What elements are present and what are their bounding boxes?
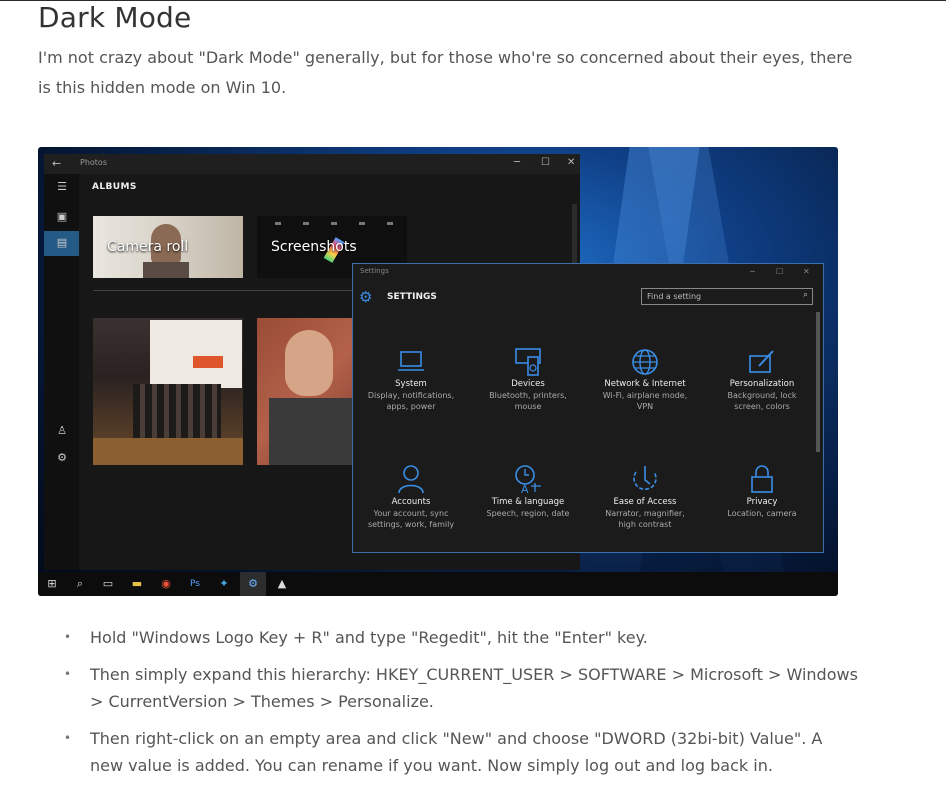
albums-icon[interactable]: ▤ [53,236,71,252]
intro-paragraph: I'm not crazy about "Dark Mode" generall… [38,48,853,97]
category-accounts[interactable]: Accounts Your account, sync settings, wo… [355,464,467,530]
category-system[interactable]: System Display, notifications, apps, pow… [355,348,467,412]
gear-icon[interactable]: ⚙ [53,451,71,467]
photo-tile-conference[interactable] [93,318,243,465]
chrome-icon[interactable]: ◉ [158,576,174,592]
bullet-icon: • [64,667,72,681]
instruction-list: • Hold "Windows Logo Key + R" and type "R… [38,624,858,789]
settings-taskbar-icon[interactable]: ⚙ [245,576,261,592]
back-arrow-icon[interactable]: ← [52,157,61,170]
category-desc: settings, work, family [367,520,455,529]
list-item: • Then simply expand this hierarchy: HKEY… [38,661,858,715]
collection-icon[interactable]: ▣ [53,210,71,226]
list-item-text: Then right-click on an empty area and cl… [90,729,823,775]
album-caption: Camera roll [107,239,189,255]
category-desc: apps, power [386,402,436,411]
close-icon[interactable]: ✕ [803,267,810,276]
category-personalization[interactable]: Personalization Background, lock screen,… [706,348,818,412]
category-desc: VPN [636,402,654,411]
category-desc: Narrator, magnifier, [605,509,685,518]
minimize-icon[interactable]: ─ [750,267,755,276]
ease-of-access-icon [633,466,657,491]
album-tile-camera-roll[interactable]: Camera roll [93,216,243,278]
settings-heading: SETTINGS [387,292,437,302]
bullet-icon: • [64,731,72,745]
section-title: Dark Mode [38,1,192,34]
list-item-text: Then simply expand this hierarchy: HKEY_… [90,665,858,711]
file-explorer-icon[interactable]: ▬ [129,576,145,592]
category-name: Devices [511,379,545,389]
search-icon[interactable]: ⌕ [803,290,808,300]
close-icon[interactable]: ✕ [567,157,575,168]
settings-search-input[interactable]: Find a setting ⌕ [641,288,813,305]
taskbar: ⊞ ⌕ ▭ ▬ ◉ Ps ✦ ⚙ ▲ [38,572,838,596]
album-caption: Screenshots [271,239,357,255]
category-network[interactable]: Network & Internet Wi-Fi, airplane mode,… [589,348,701,412]
category-devices[interactable]: Devices Bluetooth, printers, mouse [472,348,584,412]
windows-start-icon[interactable]: ⊞ [44,576,60,592]
category-name: Network & Internet [604,379,686,389]
category-desc: Speech, region, date [486,509,570,518]
task-view-icon[interactable]: ▭ [100,576,116,592]
search-placeholder: Find a setting [647,292,702,301]
portrait-shirt [269,398,357,465]
lock-icon [751,465,773,493]
portrait-face [285,330,333,396]
svg-text:A: A [521,483,529,494]
list-item: • Then right-click on an empty area and c… [38,725,858,779]
photos-titlebar: ← Photos ─ ☐ ✕ [44,154,580,174]
projector-screen [150,320,242,388]
category-desc: Bluetooth, printers, [489,391,567,400]
category-time-language[interactable]: A Time & language Speech, region, date [472,464,584,519]
minimize-icon[interactable]: ─ [514,157,520,168]
maximize-icon[interactable]: ☐ [541,157,550,168]
settings-gear-icon: ⚙ [359,288,373,306]
category-desc: Location, camera [727,509,797,518]
stage-floor [93,438,243,465]
albums-heading: ALBUMS [92,182,137,192]
person-icon [398,465,424,494]
settings-titlebar: Settings ─ ☐ ✕ [353,264,823,280]
category-name: Personalization [729,379,795,389]
category-name: Accounts [391,497,431,507]
app-icon[interactable]: ✦ [216,576,232,592]
account-icon[interactable]: ♙ [53,424,71,440]
laptop-icon [398,351,424,371]
maximize-icon[interactable]: ☐ [776,267,783,276]
screenshot-thumb-icons [275,222,395,225]
category-ease-of-access[interactable]: Ease of Access Narrator, magnifier, high… [589,464,701,530]
list-item: • Hold "Windows Logo Key + R" and type "R… [38,624,858,651]
hamburger-menu-icon[interactable]: ☰ [53,180,71,196]
photoshop-icon[interactable]: Ps [187,576,203,592]
globe-icon [632,349,658,375]
photos-nav-rail: ☰ ▣ ▤ ♙ ⚙ [44,174,79,570]
photo-tile-portrait[interactable] [257,318,361,465]
photos-taskbar-icon[interactable]: ▲ [274,576,290,592]
photos-app-title: Photos [80,158,107,167]
person-photo [143,262,189,278]
settings-window: Settings ─ ☐ ✕ ⚙ SETTINGS Find a setting… [352,263,824,553]
category-desc: high contrast [618,520,672,529]
slide-arrow [193,356,223,368]
people-group [133,384,221,438]
category-desc: screen, colors [734,402,790,411]
devices-icon [515,348,541,376]
category-desc: Display, notifications, [367,391,455,400]
category-desc: Background, lock [727,391,797,400]
category-name: Privacy [746,497,778,507]
dark-mode-screenshot: ← Photos ─ ☐ ✕ ☰ ▣ ▤ ♙ ⚙ ALBUMS Camera r… [38,147,838,596]
bullet-icon: • [64,630,72,644]
category-desc: Your account, sync [373,509,449,518]
category-desc: Wi-Fi, airplane mode, [602,391,688,400]
list-item-text: Hold "Windows Logo Key + R" and type "Re… [90,628,648,647]
category-privacy[interactable]: Privacy Location, camera [706,464,818,519]
search-icon[interactable]: ⌕ [72,576,88,592]
category-name: System [395,379,427,389]
settings-window-title: Settings [360,267,389,275]
category-name: Time & language [491,497,565,507]
clock-language-icon: A [515,465,541,494]
paint-icon [749,350,774,373]
category-desc: mouse [514,402,542,411]
category-name: Ease of Access [613,497,677,507]
